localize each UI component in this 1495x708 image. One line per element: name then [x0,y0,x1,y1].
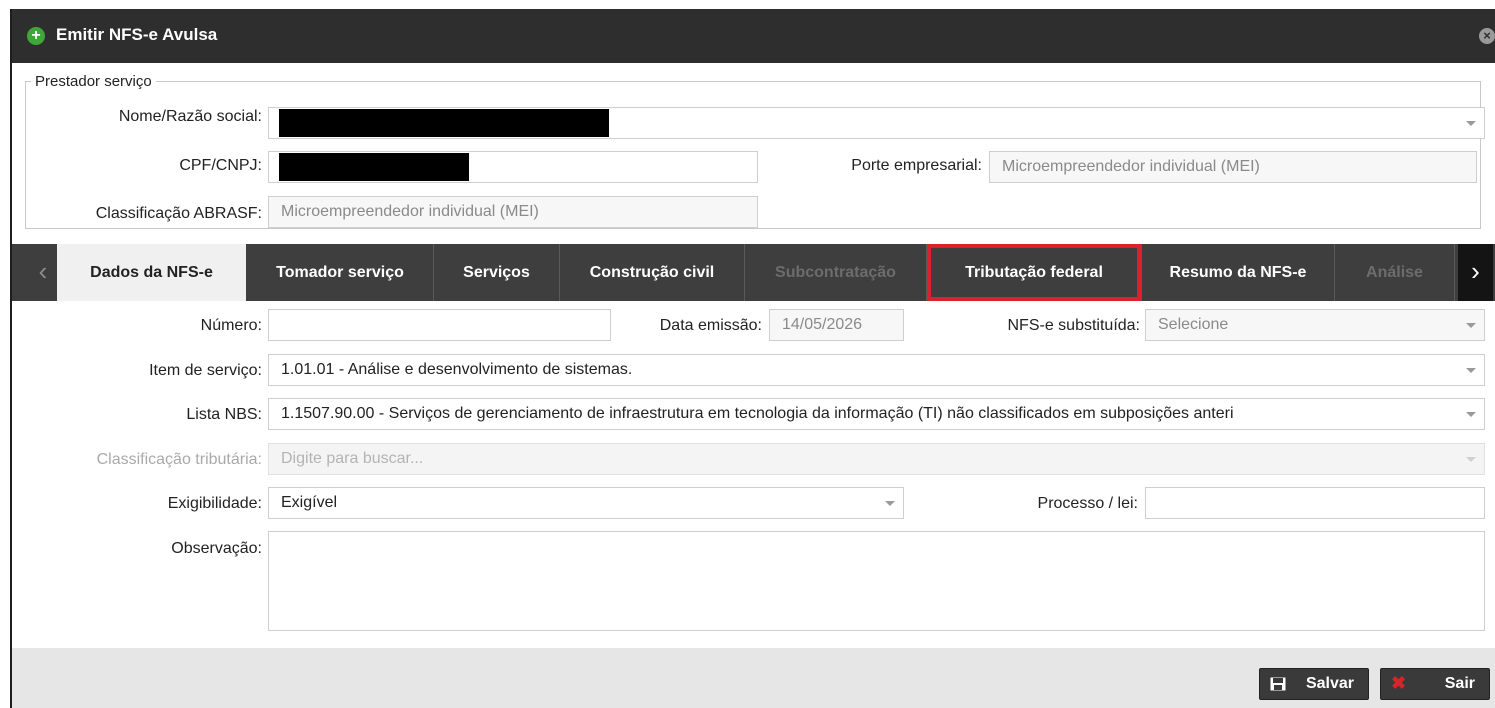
dialog-footer: Salvar ✖ Sair [12,648,1495,708]
exit-button-label: Sair [1444,675,1475,692]
chevron-down-icon [1466,368,1476,373]
item-servico-label: Item de serviço: [149,362,262,379]
item-servico-value: 1.01.01 - Análise e desenvolvimento de s… [281,361,633,378]
x-icon: ✖ [1391,673,1407,693]
tab-tomador-servico[interactable]: Tomador serviço [247,244,434,301]
tab-servicos[interactable]: Serviços [434,244,560,301]
cpf-field[interactable] [268,151,758,183]
close-circle-icon[interactable]: × [1479,28,1495,44]
tab-resumo-nfse[interactable]: Resumo da NFS-e [1142,244,1335,301]
numero-label: Número: [200,317,262,334]
exit-button[interactable]: ✖ Sair [1380,668,1490,700]
classificacao-tributaria-select[interactable]: Digite para buscar... [268,443,1485,475]
tab-analise[interactable]: Análise [1335,244,1455,301]
classificacao-tributaria-placeholder: Digite para buscar... [281,450,424,467]
save-button-label: Salvar [1305,675,1354,692]
lista-nbs-label: Lista NBS: [186,406,262,423]
redacted-name [279,109,609,137]
processo-lei-field[interactable] [1145,487,1485,519]
dialog-title: Emitir NFS-e Avulsa [56,25,218,44]
data-emissao-label: Data emissão: [659,317,762,334]
chevron-down-icon [1466,323,1476,328]
nome-label: Nome/Razão social: [118,108,262,125]
classif-abrasf-label: Classificação ABRASF: [95,205,262,222]
floppy-disk-icon [1270,677,1286,691]
chevron-left-icon[interactable]: ‹ [30,244,56,301]
tab-bar: ‹ Dados da NFS-e Tomador serviço Serviço… [12,244,1495,301]
prestador-legend: Prestador serviço [35,73,152,90]
nfse-substituida-select[interactable]: Selecione [1145,309,1485,341]
item-servico-select[interactable]: 1.01.01 - Análise e desenvolvimento de s… [268,354,1485,386]
nfse-substituida-value: Selecione [1158,316,1229,333]
chevron-down-icon [1466,412,1476,417]
classificacao-tributaria-label: Classificação tributária: [96,451,262,468]
processo-lei-label: Processo / lei: [1037,495,1138,512]
lista-nbs-value: 1.1507.90.00 - Serviços de gerenciamento… [281,405,1234,422]
numero-field[interactable] [268,309,611,341]
porte-label: Porte empresarial: [851,157,982,174]
chevron-down-icon [1466,121,1476,126]
tab-dados-nfse[interactable]: Dados da NFS-e [57,244,246,301]
classif-abrasf-field: Microempreendedor individual (MEI) [268,196,758,228]
nome-select[interactable] [268,107,1485,139]
chevron-down-icon [1466,457,1476,462]
exigibilidade-select[interactable]: Exigível [268,487,904,519]
save-button[interactable]: Salvar [1259,668,1369,700]
nfse-substituida-label: NFS-e substituída: [1007,317,1141,334]
data-emissao-field: 14/05/2026 [769,309,904,341]
tab-tributacao-federal[interactable]: Tributação federal [927,244,1142,301]
lista-nbs-select[interactable]: 1.1507.90.00 - Serviços de gerenciamento… [268,398,1485,430]
plus-circle-icon: + [27,27,45,45]
redacted-cpf [279,153,469,181]
cpf-label: CPF/CNPJ: [179,157,262,174]
exigibilidade-value: Exigível [281,494,338,511]
porte-field: Microempreendedor individual (MEI) [989,151,1477,183]
tab-subcontratacao[interactable]: Subcontratação [745,244,927,301]
emitir-nfse-dialog: + Emitir NFS-e Avulsa × Prestador serviç… [10,9,1495,708]
exigibilidade-label: Exigibilidade: [167,495,262,512]
observacao-textarea[interactable] [268,531,1485,631]
tab-construcao-civil[interactable]: Construção civil [560,244,745,301]
observacao-label: Observação: [171,540,262,557]
chevron-right-icon[interactable]: › [1458,244,1493,301]
chevron-down-icon [885,501,895,506]
dialog-titlebar: + Emitir NFS-e Avulsa × [12,9,1495,63]
